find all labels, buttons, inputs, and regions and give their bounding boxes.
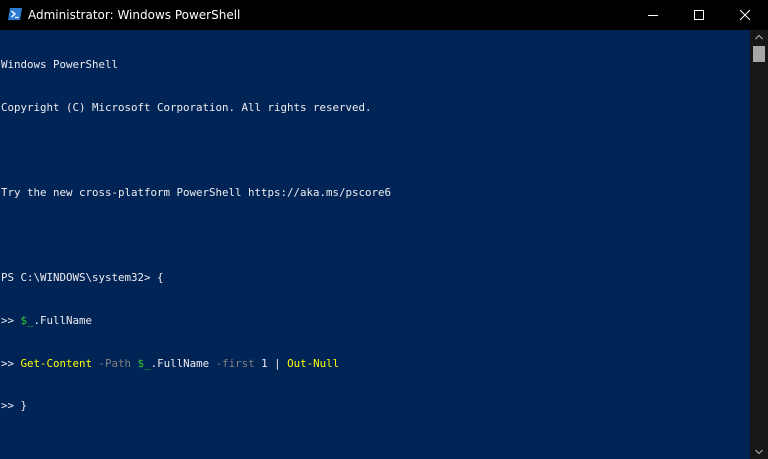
- console-banner: Windows PowerShell: [1, 58, 119, 72]
- scroll-down-button[interactable]: [750, 445, 768, 459]
- continuation-prefix: >>: [1, 356, 21, 370]
- console-continuation-line: >> }: [0, 399, 750, 413]
- console-copyright: Copyright (C) Microsoft Corporation. All…: [1, 101, 372, 114]
- title-bar[interactable]: Administrator: Windows PowerShell: [0, 0, 768, 30]
- console-text: 1 |: [254, 356, 288, 370]
- console-prompt-line: PS C:\WINDOWS\system32> {: [0, 271, 750, 285]
- scroll-up-button[interactable]: [750, 30, 768, 44]
- close-icon: [739, 9, 751, 21]
- powershell-window: Administrator: Windows PowerShell Window…: [0, 0, 768, 459]
- console-prompt: PS C:\WINDOWS\system32>: [1, 271, 158, 285]
- parameter-name: -Path: [92, 356, 138, 370]
- cmdlet-name: Get-Content: [20, 356, 93, 370]
- console-output[interactable]: Windows PowerShell Copyright (C) Microso…: [0, 30, 750, 459]
- console-text: }: [20, 399, 28, 413]
- pipeline-variable: $_: [20, 313, 34, 327]
- console-text: .FullName: [33, 313, 93, 327]
- minimize-icon: [648, 15, 658, 16]
- console-text: {: [157, 271, 164, 285]
- continuation-prefix: >>: [1, 399, 21, 413]
- vertical-scrollbar[interactable]: [750, 30, 768, 459]
- cmdlet-name: Out-Null: [287, 356, 340, 370]
- chevron-down-icon: [755, 449, 763, 455]
- window-title: Administrator: Windows PowerShell: [28, 8, 241, 22]
- console-text: .FullName: [150, 356, 216, 370]
- scrollbar-thumb[interactable]: [753, 46, 765, 62]
- close-button[interactable]: [722, 0, 768, 30]
- console-continuation-line: >> $_.FullName: [0, 314, 750, 328]
- maximize-icon: [694, 10, 704, 20]
- console-continuation-line: >> Get-Content -Path $_.FullName -first …: [0, 357, 750, 371]
- powershell-icon: [8, 7, 22, 21]
- maximize-button[interactable]: [676, 0, 722, 30]
- minimize-button[interactable]: [630, 0, 676, 30]
- parameter-name: -first: [215, 356, 255, 370]
- continuation-prefix: >>: [1, 313, 21, 327]
- pipeline-variable: $_: [137, 356, 151, 370]
- console-tip: Try the new cross-platform PowerShell ht…: [1, 186, 392, 200]
- chevron-up-icon: [755, 34, 763, 40]
